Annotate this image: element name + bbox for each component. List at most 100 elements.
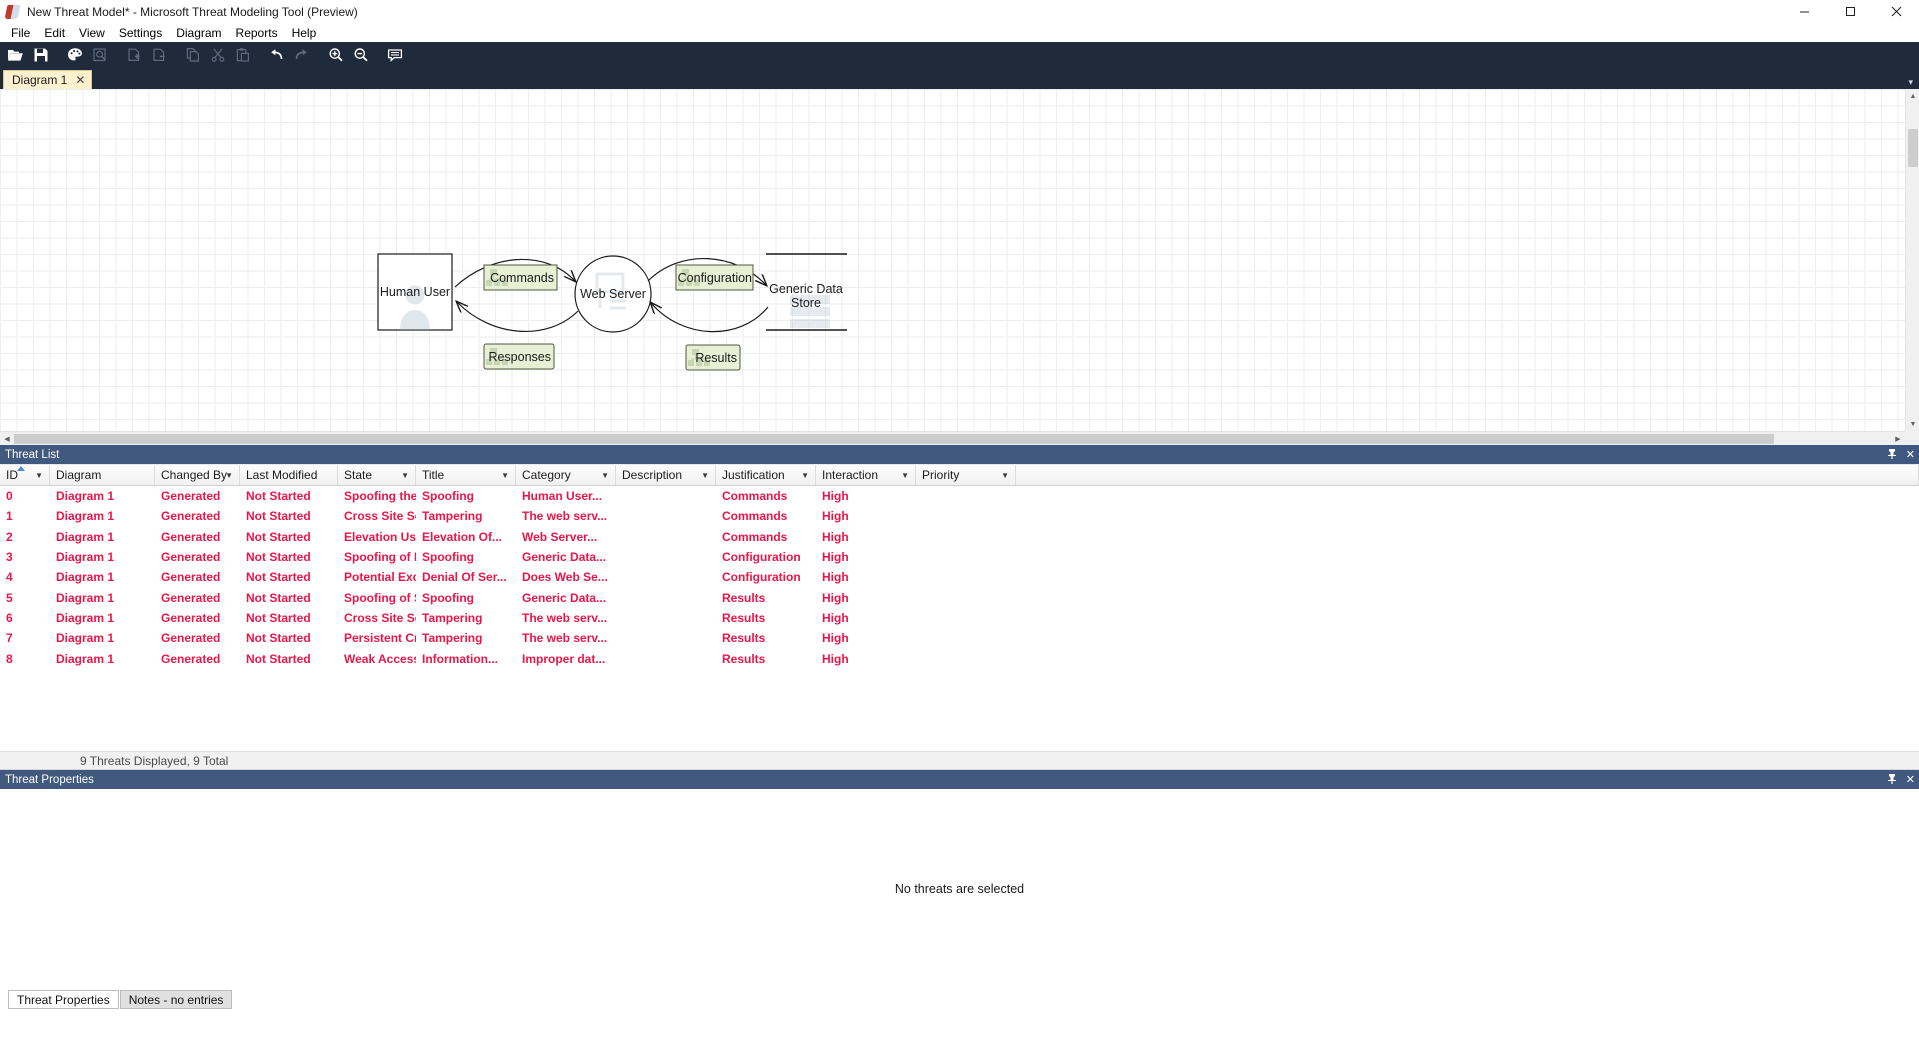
chevron-down-icon[interactable]: ▾ xyxy=(1908,77,1913,88)
diagram-canvas[interactable]: Human User Web Server Generic Data Sto xyxy=(0,89,1919,445)
tab-threat-properties[interactable]: Threat Properties xyxy=(8,990,119,1009)
menu-file[interactable]: File xyxy=(4,25,37,41)
close-button[interactable] xyxy=(1873,0,1919,23)
tab-diagram-1[interactable]: Diagram 1 ✕ xyxy=(3,70,92,89)
zoom-in-icon[interactable] xyxy=(323,43,348,67)
table-row[interactable]: 0Diagram 1GeneratedNot StartedSpoofing t… xyxy=(0,486,1919,506)
threat-grid-body[interactable]: 0Diagram 1GeneratedNot StartedSpoofing t… xyxy=(0,486,1919,751)
column-header-id[interactable]: ID ▼ xyxy=(0,465,50,485)
close-icon[interactable]: ✕ xyxy=(1906,448,1915,461)
open-icon[interactable] xyxy=(3,43,28,67)
tab-notes[interactable]: Notes - no entries xyxy=(120,990,233,1009)
table-cell-id: 5 xyxy=(0,587,50,607)
canvas-vertical-scrollbar[interactable]: ▲ ▼ xyxy=(1905,89,1919,431)
zoom-out-icon[interactable] xyxy=(348,43,373,67)
chevron-down-icon[interactable]: ▼ xyxy=(225,471,233,480)
menu-diagram[interactable]: Diagram xyxy=(169,25,228,41)
sort-ascending-icon xyxy=(17,466,25,471)
save-icon[interactable] xyxy=(28,43,53,67)
node-data-store-label-2: Store xyxy=(791,296,821,310)
table-cell-justification: Configuration xyxy=(716,567,816,587)
close-icon[interactable]: ✕ xyxy=(1906,773,1915,786)
table-cell-description xyxy=(616,527,716,547)
table-row[interactable]: 7Diagram 1GeneratedNot StartedPersistent… xyxy=(0,628,1919,648)
column-header-diagram[interactable]: Diagram xyxy=(50,465,155,485)
preview-icon[interactable] xyxy=(87,43,112,67)
table-cell-last_modified: Not Started xyxy=(240,587,338,607)
threat-grid-header: ID ▼ Diagram Changed By ▼ Last Modified … xyxy=(0,464,1919,486)
chevron-down-icon[interactable]: ▼ xyxy=(501,471,509,480)
table-cell-category: The web serv... xyxy=(516,628,616,648)
table-cell-justification: Results xyxy=(716,608,816,628)
column-header-changed-by[interactable]: Changed By ▼ xyxy=(155,465,240,485)
remove-diagram-icon[interactable] xyxy=(146,43,171,67)
vertical-scroll-thumb[interactable] xyxy=(1908,129,1918,167)
cut-icon[interactable] xyxy=(205,43,230,67)
table-cell-priority xyxy=(916,608,1016,628)
menu-bar: File Edit View Settings Diagram Reports … xyxy=(0,23,1919,42)
column-header-state[interactable]: State ▼ xyxy=(338,465,416,485)
table-cell-description xyxy=(616,587,716,607)
chevron-down-icon[interactable]: ▼ xyxy=(901,471,909,480)
menu-settings[interactable]: Settings xyxy=(112,25,169,41)
table-cell-diagram: Diagram 1 xyxy=(50,628,155,648)
table-cell-title: Information... xyxy=(416,648,516,668)
table-row[interactable]: 5Diagram 1GeneratedNot StartedSpoofing o… xyxy=(0,587,1919,607)
column-header-title[interactable]: Title ▼ xyxy=(416,465,516,485)
maximize-button[interactable] xyxy=(1827,0,1873,23)
column-header-last-modified[interactable]: Last Modified xyxy=(240,465,338,485)
chevron-down-icon[interactable]: ▼ xyxy=(801,471,809,480)
table-cell-state: Spoofing of S... xyxy=(338,587,416,607)
menu-reports[interactable]: Reports xyxy=(229,25,285,41)
no-threats-selected-message: No threats are selected xyxy=(0,789,1919,989)
canvas-horizontal-scrollbar[interactable]: ◀ ▶ xyxy=(0,431,1905,445)
column-header-justification[interactable]: Justification ▼ xyxy=(716,465,816,485)
menu-edit[interactable]: Edit xyxy=(37,25,72,41)
menu-view[interactable]: View xyxy=(72,25,112,41)
scroll-right-icon[interactable]: ▶ xyxy=(1891,432,1905,445)
chevron-down-icon[interactable]: ▼ xyxy=(1001,471,1009,480)
table-cell-id: 0 xyxy=(0,486,50,506)
flow-label-results: Results xyxy=(686,345,740,370)
table-cell-diagram: Diagram 1 xyxy=(50,587,155,607)
redo-icon[interactable] xyxy=(289,43,314,67)
scroll-down-icon[interactable]: ▼ xyxy=(1906,417,1919,431)
copy-diagram-icon[interactable] xyxy=(180,43,205,67)
scroll-left-icon[interactable]: ◀ xyxy=(0,432,14,445)
palette-icon[interactable] xyxy=(62,43,87,67)
undo-icon[interactable] xyxy=(264,43,289,67)
scroll-up-icon[interactable]: ▲ xyxy=(1906,89,1919,103)
pin-icon[interactable] xyxy=(1887,448,1897,462)
table-cell-priority xyxy=(916,506,1016,526)
table-row[interactable]: 1Diagram 1GeneratedNot StartedCross Site… xyxy=(0,506,1919,526)
horizontal-scroll-thumb[interactable] xyxy=(14,434,1774,444)
table-cell-category: The web serv... xyxy=(516,608,616,628)
column-header-description[interactable]: Description ▼ xyxy=(616,465,716,485)
table-cell-last_modified: Not Started xyxy=(240,486,338,506)
chevron-down-icon[interactable]: ▼ xyxy=(601,471,609,480)
table-cell-diagram: Diagram 1 xyxy=(50,547,155,567)
chevron-down-icon[interactable]: ▼ xyxy=(401,471,409,480)
comment-icon[interactable] xyxy=(382,43,407,67)
menu-help[interactable]: Help xyxy=(285,25,324,41)
table-row[interactable]: 4Diagram 1GeneratedNot StartedPotential … xyxy=(0,567,1919,587)
table-row[interactable]: 6Diagram 1GeneratedNot StartedCross Site… xyxy=(0,608,1919,628)
table-cell-last_modified: Not Started xyxy=(240,506,338,526)
add-diagram-icon[interactable] xyxy=(121,43,146,67)
threat-list-title: Threat List xyxy=(5,449,59,461)
minimize-button[interactable] xyxy=(1781,0,1827,23)
table-row[interactable]: 3Diagram 1GeneratedNot StartedSpoofing o… xyxy=(0,547,1919,567)
pin-icon[interactable] xyxy=(1887,773,1897,787)
close-icon[interactable]: ✕ xyxy=(75,74,85,86)
chevron-down-icon[interactable]: ▼ xyxy=(701,471,709,480)
table-row[interactable]: 8Diagram 1GeneratedNot StartedWeak Acces… xyxy=(0,648,1919,668)
table-cell-description xyxy=(616,648,716,668)
paste-icon[interactable] xyxy=(230,43,255,67)
table-cell-changed_by: Generated xyxy=(155,628,240,648)
column-header-priority[interactable]: Priority ▼ xyxy=(916,465,1016,485)
column-header-category[interactable]: Category ▼ xyxy=(516,465,616,485)
table-row[interactable]: 2Diagram 1GeneratedNot StartedElevation … xyxy=(0,527,1919,547)
chevron-down-icon[interactable]: ▼ xyxy=(35,471,43,480)
column-header-interaction[interactable]: Interaction ▼ xyxy=(816,465,916,485)
table-cell-title: Spoofing xyxy=(416,547,516,567)
